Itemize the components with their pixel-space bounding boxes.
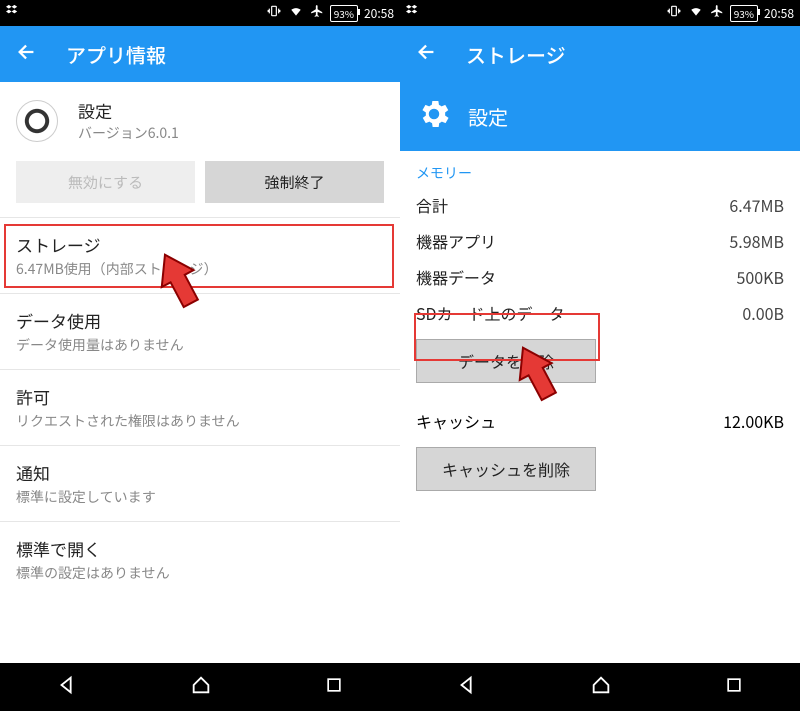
list-item-sub: リクエストされた権限はありません bbox=[16, 411, 384, 431]
list-item-open-default[interactable]: 標準で開く 標準の設定はありません bbox=[0, 521, 400, 597]
kv-value: 500KB bbox=[737, 265, 785, 289]
battery-indicator: 93% bbox=[330, 5, 358, 22]
kv-row: 合計 6.47MB bbox=[400, 187, 800, 223]
cache-row: キャッシュ 12.00KB bbox=[400, 391, 800, 439]
highlight-clear-data bbox=[414, 313, 600, 361]
nav-home-icon[interactable] bbox=[590, 674, 612, 701]
list-item-data-usage[interactable]: データ使用 データ使用量はありません bbox=[0, 293, 400, 369]
nav-back-icon[interactable] bbox=[56, 674, 78, 701]
status-bar: 93% 20:58 bbox=[400, 0, 800, 26]
list-item-label: 許可 bbox=[16, 384, 384, 409]
airplane-icon bbox=[710, 4, 724, 22]
nav-home-icon[interactable] bbox=[190, 674, 212, 701]
kv-value: 5.98MB bbox=[729, 229, 784, 253]
nav-bar bbox=[0, 663, 400, 711]
kv-row: 機器データ 500KB bbox=[400, 259, 800, 295]
appbar-title: アプリ情報 bbox=[66, 40, 166, 69]
app-header: 設定 バージョン6.0.1 bbox=[0, 82, 400, 155]
list-item-label: データ使用 bbox=[16, 308, 384, 333]
right-phone: 93% 20:58 ストレージ 設定 メモリー 合計 6.47MB 機器アプリ 5.… bbox=[400, 0, 800, 711]
settings-app-icon bbox=[16, 100, 58, 142]
vibrate-icon bbox=[666, 4, 682, 22]
kv-value: 0.00B bbox=[742, 301, 784, 325]
appbar-title: ストレージ bbox=[466, 40, 566, 69]
app-bar: ストレージ bbox=[400, 26, 800, 82]
clear-cache-button[interactable]: キャッシュを削除 bbox=[416, 447, 596, 491]
back-icon[interactable] bbox=[16, 38, 38, 70]
nav-back-icon[interactable] bbox=[456, 674, 478, 701]
kv-key: 合計 bbox=[416, 193, 448, 217]
right-content: メモリー 合計6.47MB 機器アプリ5.98MB 機器データ500KB SDカ… bbox=[400, 151, 800, 663]
force-stop-button[interactable]: 強制終了 bbox=[205, 161, 384, 203]
gear-icon bbox=[416, 96, 452, 137]
status-time: 20:58 bbox=[364, 5, 394, 22]
list-item-sub: 標準に設定しています bbox=[16, 487, 384, 507]
cache-label: キャッシュ bbox=[416, 409, 496, 433]
list-item-sub: 標準の設定はありません bbox=[16, 563, 384, 583]
app-version: バージョン6.0.1 bbox=[78, 123, 179, 143]
highlight-storage bbox=[4, 224, 394, 288]
status-bar: 93% 20:58 bbox=[0, 0, 400, 26]
vibrate-icon bbox=[266, 4, 282, 22]
nav-recent-icon[interactable] bbox=[724, 675, 744, 700]
kv-row: 機器アプリ 5.98MB bbox=[400, 223, 800, 259]
left-content: 設定 バージョン6.0.1 無効にする 強制終了 ストレージ 6.47MB使用（… bbox=[0, 82, 400, 663]
back-icon[interactable] bbox=[416, 38, 438, 70]
left-phone: 93% 20:58 アプリ情報 設定 バージョン6.0.1 無効にする 強制終了… bbox=[0, 0, 400, 711]
app-bar: アプリ情報 bbox=[0, 26, 400, 82]
app-name: 設定 bbox=[78, 98, 179, 123]
disable-button: 無効にする bbox=[16, 161, 195, 203]
battery-indicator: 93% bbox=[730, 5, 758, 22]
kv-value: 6.47MB bbox=[729, 193, 784, 217]
dropbox-icon bbox=[406, 4, 420, 22]
storage-header-title: 設定 bbox=[468, 102, 508, 131]
nav-bar bbox=[400, 663, 800, 711]
kv-key: 機器データ bbox=[416, 265, 496, 289]
list-item-sub: データ使用量はありません bbox=[16, 335, 384, 355]
kv-key: 機器アプリ bbox=[416, 229, 496, 253]
wifi-icon bbox=[688, 4, 704, 22]
wifi-icon bbox=[288, 4, 304, 22]
airplane-icon bbox=[310, 4, 324, 22]
list-item-label: 標準で開く bbox=[16, 536, 384, 561]
dropbox-icon bbox=[6, 4, 20, 22]
list-item-label: 通知 bbox=[16, 460, 384, 485]
cache-value: 12.00KB bbox=[723, 409, 784, 433]
storage-header: 設定 bbox=[400, 82, 800, 151]
nav-recent-icon[interactable] bbox=[324, 675, 344, 700]
list-item-notifications[interactable]: 通知 標準に設定しています bbox=[0, 445, 400, 521]
list-item-permissions[interactable]: 許可 リクエストされた権限はありません bbox=[0, 369, 400, 445]
section-label-memory: メモリー bbox=[400, 151, 800, 187]
status-time: 20:58 bbox=[764, 5, 794, 22]
